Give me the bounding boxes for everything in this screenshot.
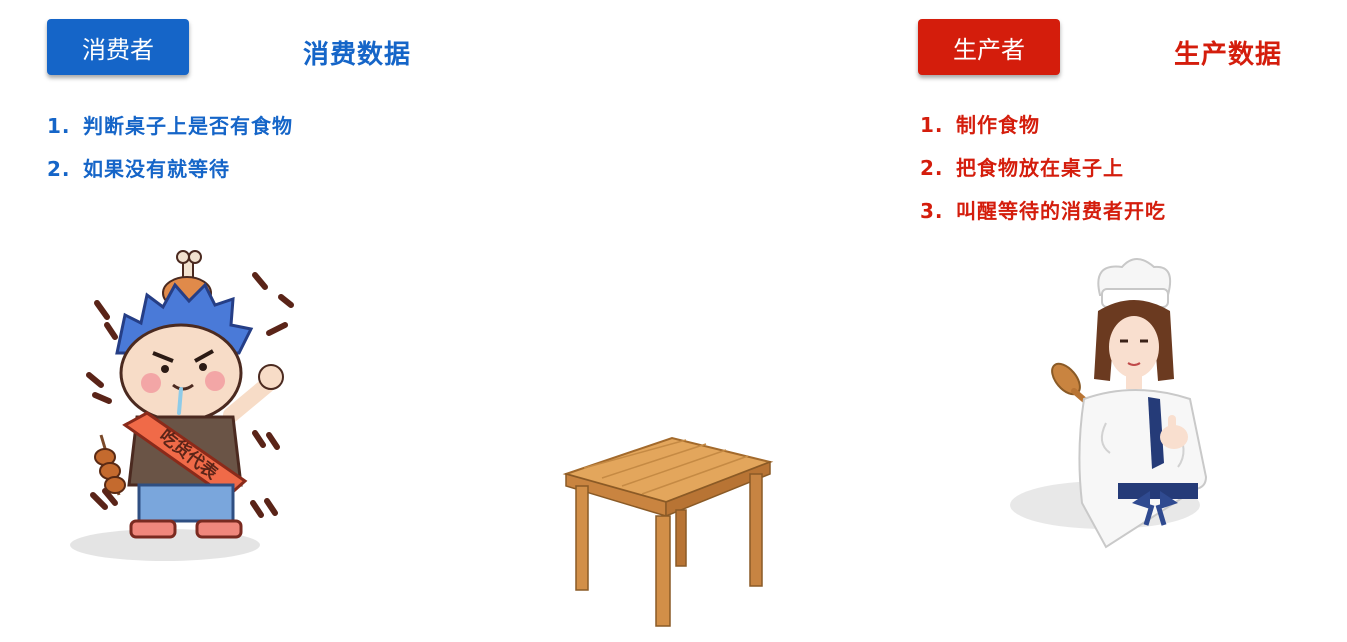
foodie-character-icon: 吃货代表 <box>70 250 294 561</box>
consumer-button[interactable]: 消费者 <box>47 19 189 75</box>
consumer-step: 2. 如果没有就等待 <box>47 157 230 181</box>
producer-button[interactable]: 生产者 <box>918 19 1060 75</box>
producer-section-title: 生产数据 <box>1174 40 1283 70</box>
chef-character-icon <box>1010 258 1208 549</box>
producer-step: 3. 叫醒等待的消费者开吃 <box>920 199 1166 223</box>
producer-step: 2. 把食物放在桌子上 <box>920 156 1124 180</box>
consumer-section-title: 消费数据 <box>303 40 412 70</box>
producer-steps-list: 1. 制作食物 2. 把食物放在桌子上 3. 叫醒等待的消费者开吃 <box>920 113 1166 242</box>
consumer-step: 1. 判断桌子上是否有食物 <box>47 114 293 138</box>
producer-step: 1. 制作食物 <box>920 113 1040 137</box>
wooden-table-icon <box>562 436 774 627</box>
consumer-steps-list: 1. 判断桌子上是否有食物 2. 如果没有就等待 <box>47 114 293 200</box>
